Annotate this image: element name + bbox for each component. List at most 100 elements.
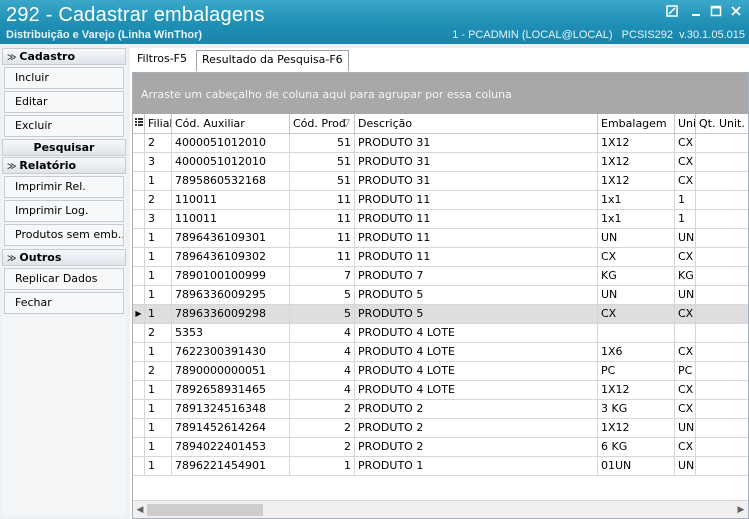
header-qt-unit[interactable]: Qt. Unit.	[696, 114, 748, 133]
cell-embalagem[interactable]: 1X12	[598, 419, 675, 437]
cell-unidade[interactable]: CX	[675, 248, 696, 266]
table-row[interactable]: 3 4000051012010 51 PRODUTO 31 1X12 CX	[133, 153, 748, 172]
cell-embalagem[interactable]: KG	[598, 267, 675, 285]
cell-cod-prod[interactable]: 11	[290, 191, 355, 209]
cell-unidade[interactable]: 1	[675, 210, 696, 228]
cell-unidade[interactable]: KG	[675, 267, 696, 285]
row-indicator[interactable]	[133, 134, 145, 152]
cell-descricao[interactable]: PRODUTO 4 LOTE	[355, 362, 598, 380]
column-chooser-icon[interactable]	[133, 114, 145, 133]
cell-filial[interactable]: 1	[145, 229, 172, 247]
cell-embalagem[interactable]: 6 KG	[598, 438, 675, 456]
cell-unidade[interactable]: PC	[675, 362, 696, 380]
cell-cod-prod[interactable]: 2	[290, 400, 355, 418]
cell-cod-aux[interactable]: 7891324516348	[172, 400, 290, 418]
cell-cod-prod[interactable]: 51	[290, 172, 355, 190]
cell-filial[interactable]: 1	[145, 267, 172, 285]
scroll-left-arrow-icon[interactable]: ◀	[133, 501, 147, 519]
header-unidade[interactable]: Unid	[675, 114, 696, 133]
cell-descricao[interactable]: PRODUTO 2	[355, 438, 598, 456]
row-indicator[interactable]	[133, 229, 145, 247]
cell-unidade[interactable]: UN	[675, 419, 696, 437]
cell-unidade[interactable]: UN	[675, 286, 696, 304]
cell-embalagem[interactable]: 1X12	[598, 172, 675, 190]
section-relatorio[interactable]: ≫ Relatório	[2, 157, 126, 174]
cell-cod-prod[interactable]: 51	[290, 153, 355, 171]
row-indicator[interactable]	[133, 400, 145, 418]
cell-unidade[interactable]: CX	[675, 381, 696, 399]
cell-embalagem[interactable]: CX	[598, 305, 675, 323]
table-row[interactable]: ▶ 1 7896336009298 5 PRODUTO 5 CX CX	[133, 305, 748, 324]
table-row[interactable]: 1 7896436109301 11 PRODUTO 11 UN UN	[133, 229, 748, 248]
cell-descricao[interactable]: PRODUTO 5	[355, 305, 598, 323]
cell-descricao[interactable]: PRODUTO 11	[355, 229, 598, 247]
cell-filial[interactable]: 2	[145, 134, 172, 152]
restore-layout-icon[interactable]	[664, 5, 680, 21]
cell-unidade[interactable]: CX	[675, 153, 696, 171]
cell-embalagem[interactable]: 1x1	[598, 191, 675, 209]
cell-descricao[interactable]: PRODUTO 31	[355, 172, 598, 190]
table-row[interactable]: 1 7896336009295 5 PRODUTO 5 UN UN	[133, 286, 748, 305]
group-by-area[interactable]: Arraste um cabeçalho de coluna aqui para…	[133, 73, 748, 114]
cell-embalagem[interactable]: UN	[598, 286, 675, 304]
cell-cod-aux[interactable]: 110011	[172, 191, 290, 209]
section-cadastro[interactable]: ≫ Cadastro	[2, 48, 126, 65]
cell-filial[interactable]: 2	[145, 191, 172, 209]
table-row[interactable]: 1 7891324516348 2 PRODUTO 23 KG CX	[133, 400, 748, 419]
cell-filial[interactable]: 2	[145, 362, 172, 380]
row-indicator[interactable]	[133, 343, 145, 361]
table-row[interactable]: 3 110011 11 PRODUTO 11 1x1 1	[133, 210, 748, 229]
tab-resultado[interactable]: Resultado da Pesquisa-F6	[196, 50, 349, 71]
cell-cod-prod[interactable]: 11	[290, 229, 355, 247]
cell-embalagem[interactable]: 01UN	[598, 457, 675, 475]
cell-filial[interactable]: 1	[145, 248, 172, 266]
cell-cod-aux[interactable]: 4000051012010	[172, 153, 290, 171]
cell-cod-prod[interactable]: 11	[290, 248, 355, 266]
cell-qt-unit[interactable]	[696, 457, 748, 475]
cell-cod-aux[interactable]: 7622300391430	[172, 343, 290, 361]
cell-qt-unit[interactable]	[696, 438, 748, 456]
cell-qt-unit[interactable]	[696, 419, 748, 437]
cell-filial[interactable]: 2	[145, 324, 172, 342]
cell-unidade[interactable]: 1	[675, 191, 696, 209]
cell-qt-unit[interactable]	[696, 400, 748, 418]
cell-cod-prod[interactable]: 1	[290, 457, 355, 475]
header-descricao[interactable]: Descrição	[355, 114, 598, 133]
row-indicator[interactable]	[133, 191, 145, 209]
cell-qt-unit[interactable]	[696, 286, 748, 304]
cell-descricao[interactable]: PRODUTO 31	[355, 134, 598, 152]
cell-embalagem[interactable]: 1X6	[598, 343, 675, 361]
editar-button[interactable]: Editar	[4, 91, 124, 113]
table-row[interactable]: 1 7896221454901 1 PRODUTO 1 01UN UN	[133, 457, 748, 476]
table-row[interactable]: 1 7894022401453 2 PRODUTO 26 KG CX	[133, 438, 748, 457]
cell-cod-aux[interactable]: 110011	[172, 210, 290, 228]
cell-cod-prod[interactable]: 2	[290, 419, 355, 437]
row-indicator[interactable]	[133, 210, 145, 228]
cell-qt-unit[interactable]	[696, 305, 748, 323]
cell-qt-unit[interactable]	[696, 153, 748, 171]
cell-qt-unit[interactable]	[696, 324, 748, 342]
table-row[interactable]: 1 7895860532168 51 PRODUTO 31 1X12 CX	[133, 172, 748, 191]
row-indicator[interactable]	[133, 286, 145, 304]
horizontal-scrollbar[interactable]: ◀ ▶	[133, 500, 748, 518]
section-outros[interactable]: ≫ Outros	[2, 249, 126, 266]
cell-cod-aux[interactable]: 7896336009295	[172, 286, 290, 304]
header-filial[interactable]: Filial	[145, 114, 172, 133]
cell-filial[interactable]: 3	[145, 153, 172, 171]
row-indicator[interactable]	[133, 438, 145, 456]
cell-qt-unit[interactable]	[696, 343, 748, 361]
scroll-right-arrow-icon[interactable]: ▶	[734, 501, 748, 519]
cell-embalagem[interactable]	[598, 324, 675, 342]
cell-qt-unit[interactable]	[696, 134, 748, 152]
row-indicator[interactable]	[133, 419, 145, 437]
cell-embalagem[interactable]: 1x1	[598, 210, 675, 228]
pesquisar-button[interactable]: Pesquisar	[2, 139, 126, 156]
cell-descricao[interactable]: PRODUTO 31	[355, 153, 598, 171]
cell-filial[interactable]: 1	[145, 343, 172, 361]
excluir-button[interactable]: Excluir	[4, 115, 124, 137]
cell-unidade[interactable]: CX	[675, 438, 696, 456]
cell-embalagem[interactable]: PC	[598, 362, 675, 380]
cell-descricao[interactable]: PRODUTO 4 LOTE	[355, 324, 598, 342]
row-indicator[interactable]	[133, 362, 145, 380]
incluir-button[interactable]: Incluir	[4, 67, 124, 89]
